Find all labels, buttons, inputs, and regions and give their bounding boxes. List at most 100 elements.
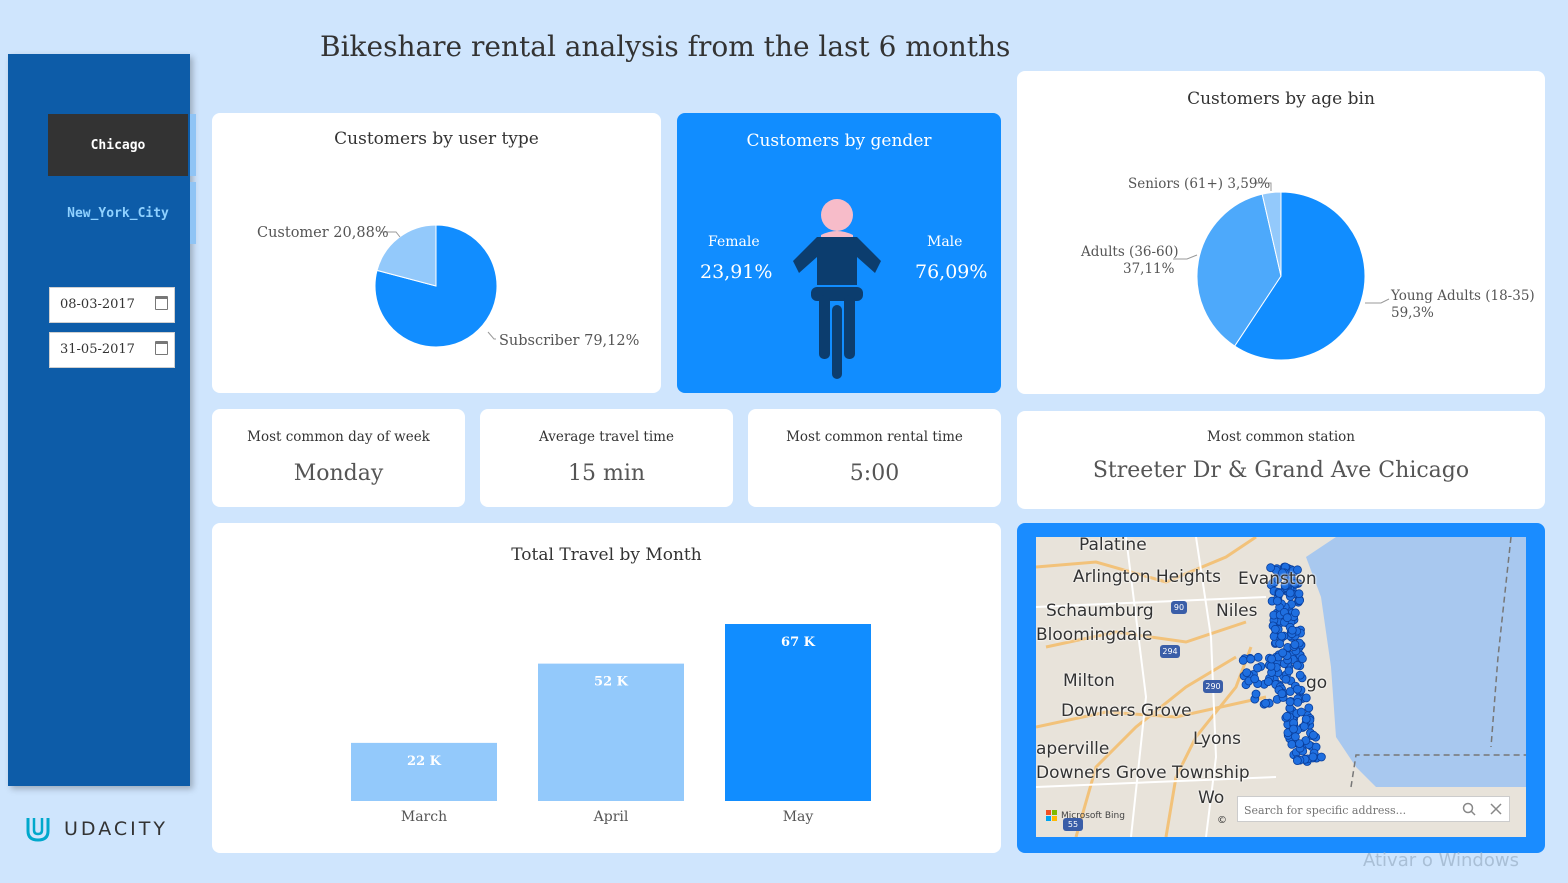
female-label: Female [708,234,760,250]
leader-line [487,331,496,340]
station-dot[interactable] [1287,625,1297,635]
station-dot[interactable] [1292,660,1302,670]
map-copyright[interactable]: © [1217,815,1227,826]
map-attribution[interactable]: Microsoft Bing [1061,811,1125,821]
adults-label: Adults (36-60) [1080,244,1179,260]
search-icon[interactable] [1462,802,1476,816]
station-dot[interactable] [1301,714,1311,724]
station-dot[interactable] [1287,739,1297,749]
station-dot[interactable] [1272,596,1282,606]
bar-data-label: 67 K [781,635,816,650]
map-place-label: Bloomingdale [1036,625,1153,645]
station-dot[interactable] [1238,656,1248,665]
cyclist-icon [793,199,881,379]
station-dot[interactable] [1253,652,1263,662]
calendar-icon[interactable] [155,341,168,355]
station-dot[interactable] [1285,588,1295,598]
station-dot[interactable] [1290,640,1300,649]
station-dot[interactable] [1292,756,1302,766]
slicer-edge [190,182,196,244]
map-place-label: Wo [1198,788,1225,808]
station-dot[interactable] [1267,654,1277,664]
gender-title: Customers by gender [746,131,932,151]
station-dot[interactable] [1297,654,1307,664]
station-dot[interactable] [1299,721,1309,731]
station-dot[interactable] [1246,654,1256,664]
highway-shield: 294 [1160,645,1180,658]
age-bin-card: Customers by age bin Seniors (61+) 3,59%… [1017,71,1545,394]
station-dot[interactable] [1277,631,1287,641]
customer-label: Customer 20,88% [257,225,389,241]
female-value: 23,91% [700,261,773,283]
kpi-value: Monday [293,461,384,486]
station-dot[interactable] [1293,697,1303,707]
station-dot[interactable] [1261,698,1271,708]
station-dot[interactable] [1294,589,1304,599]
station-dot[interactable] [1277,689,1287,699]
station-dot[interactable] [1263,677,1273,687]
category-tick-label: May [783,809,814,825]
map-place-label: Downers Grove [1061,701,1192,721]
seniors-label: Seniors (61+) 3,59% [1128,176,1270,192]
station-dot[interactable] [1282,613,1292,623]
station-dot[interactable] [1304,703,1314,713]
station-dot[interactable] [1308,730,1318,740]
station-dot[interactable] [1301,693,1311,703]
start-date-value: 08-03-2017 [60,297,135,312]
windows-activation-watermark: Ativar o Windows [1363,850,1519,871]
calendar-icon[interactable] [155,296,168,310]
map-search-input[interactable] [1242,800,1456,820]
station-dot[interactable] [1266,661,1276,671]
kpi-value: 15 min [567,461,646,486]
station-dot[interactable] [1308,752,1318,762]
map-place-label: aperville [1036,739,1110,759]
city-button-new-york-city[interactable]: New_York_City [48,182,196,244]
station-dot[interactable] [1282,711,1292,721]
leader-line [1365,298,1390,304]
station-dot[interactable] [1295,670,1305,680]
station-dot[interactable] [1250,674,1260,684]
station-dot[interactable] [1316,752,1326,762]
station-dot[interactable] [1296,707,1306,717]
close-icon[interactable] [1489,802,1503,816]
bar-march[interactable] [351,742,497,801]
start-date-input[interactable]: 08-03-2017 [49,287,175,323]
end-date-input[interactable]: 31-05-2017 [49,332,175,368]
travel-by-month-bar-chart: 22 K March 52 K April 67 K May [351,624,871,825]
slicer-edge [190,114,196,176]
kpi-label: Most common rental time [786,429,963,445]
young-adults-label: Young Adults (18-35) [1390,288,1535,304]
map-search-box [1237,796,1510,822]
station-dot[interactable] [1285,687,1295,696]
station-dot[interactable] [1289,724,1298,734]
end-date-value: 31-05-2017 [60,342,135,357]
station-dot[interactable] [1295,739,1304,749]
page-title: Bikeshare rental analysis from the last … [320,30,1011,63]
station-dot[interactable] [1292,684,1302,694]
kpi-card-travel-time: Average travel time 15 min [480,409,733,507]
station-dot[interactable] [1253,663,1262,673]
station-dot[interactable] [1285,697,1295,707]
station-dot[interactable] [1251,689,1261,699]
gender-card: Customers by gender Female 23,91% Male 7… [677,113,1001,393]
kpi-card-day-of-week: Most common day of week Monday [212,409,465,507]
bar-data-label: 52 K [594,675,629,690]
map-place-label: Niles [1216,601,1258,621]
kpi-value: 5:00 [849,461,900,486]
city-label: New_York_City [67,205,169,221]
station-dot[interactable] [1242,668,1252,678]
station-dot[interactable] [1281,674,1291,684]
user-type-card: Customers by user type Customer 20,88% S… [212,113,661,393]
station-dot[interactable] [1290,608,1300,618]
station-dot[interactable] [1284,666,1294,676]
station-dot[interactable] [1275,639,1285,649]
bar-may[interactable] [725,624,871,801]
city-button-chicago[interactable]: Chicago [48,114,196,176]
station-dot[interactable] [1278,648,1288,658]
station-dot[interactable] [1270,624,1280,634]
category-tick-label: March [401,809,447,825]
bar-data-label: 22 K [407,754,442,769]
map-view[interactable]: Palatine Arlington Heights Evanston Scha… [1036,537,1526,837]
highway-shield: 90 [1171,601,1187,614]
map-place-label: Arlington Heights [1073,567,1221,587]
